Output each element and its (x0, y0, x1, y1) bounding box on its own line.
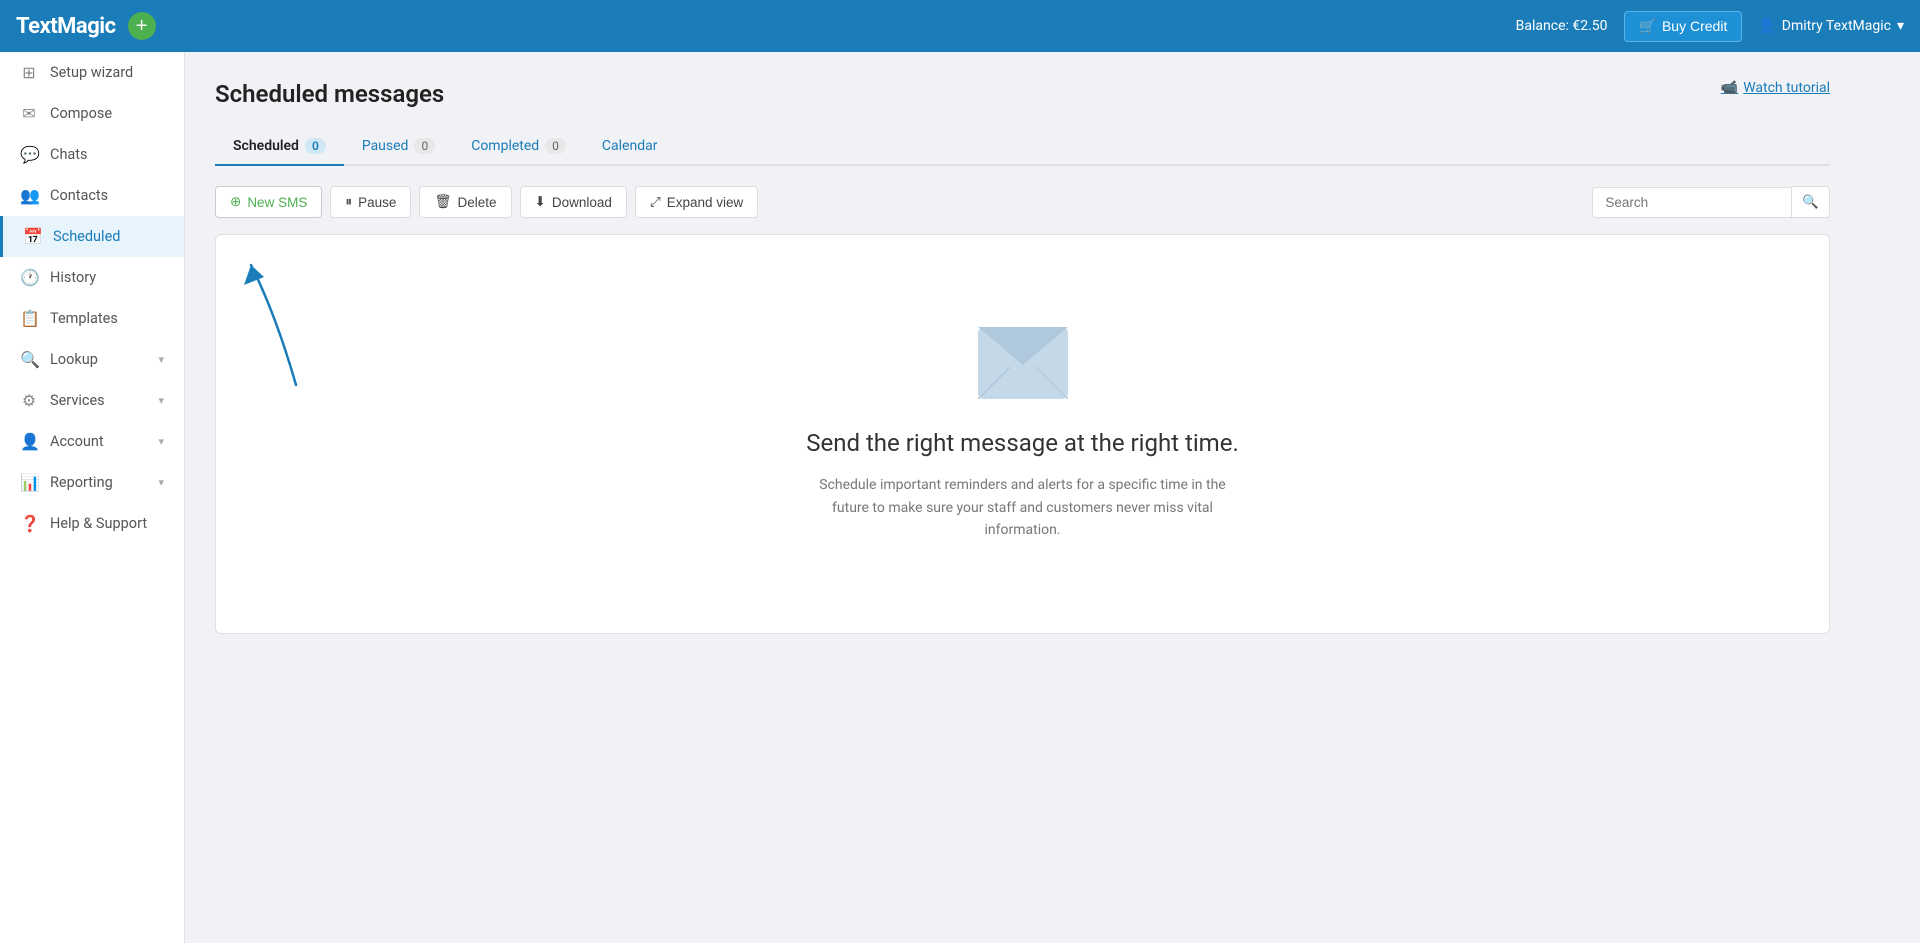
pause-label: Pause (358, 195, 396, 210)
buy-credit-button[interactable]: 🛒 Buy Credit (1624, 11, 1743, 42)
sidebar-item-services[interactable]: ⚙ Services ▾ (0, 380, 184, 421)
chevron-right-icon: ▾ (158, 476, 164, 489)
delete-button[interactable]: 🗑 Delete (419, 186, 511, 218)
expand-view-label: Expand view (667, 195, 744, 210)
empty-state-description: Schedule important reminders and alerts … (803, 474, 1243, 541)
pause-icon: ⏸ (345, 194, 352, 210)
logo: TextMagic (16, 14, 116, 39)
balance-display: Balance: €2.50 (1516, 18, 1608, 34)
scheduled-icon: 📅 (23, 227, 41, 246)
user-menu[interactable]: 👤 Dmitry TextMagic ▾ (1758, 18, 1904, 34)
add-button[interactable]: + (128, 12, 156, 40)
sidebar-item-help[interactable]: ❓ Help & Support (0, 503, 184, 544)
lookup-icon: 🔍 (20, 350, 38, 369)
topnav-right: Balance: €2.50 🛒 Buy Credit 👤 Dmitry Tex… (1516, 11, 1904, 42)
search-button[interactable]: 🔍 (1792, 186, 1830, 218)
delete-label: Delete (458, 195, 497, 210)
sidebar-item-label: Templates (50, 310, 118, 327)
sidebar-item-contacts[interactable]: 👥 Contacts (0, 175, 184, 216)
sidebar-item-label: Scheduled (53, 228, 120, 245)
user-name: Dmitry TextMagic (1782, 18, 1891, 34)
toolbar: ⊕ New SMS ⏸ Pause 🗑 Delete ⬇ Download ⤢ … (215, 186, 1830, 218)
templates-icon: 📋 (20, 309, 38, 328)
sidebar-item-label: Contacts (50, 187, 108, 204)
tab-badge: 0 (545, 138, 566, 154)
sidebar-item-label: Account (50, 433, 104, 450)
download-label: Download (552, 195, 612, 210)
video-icon: 📹 (1721, 80, 1738, 96)
sidebar: ⊞ Setup wizard ✉ Compose 💬 Chats 👥 Contacts 📅 Sch… (0, 52, 185, 943)
empty-state-title: Send the right message at the right time… (806, 427, 1239, 461)
tab-badge: 0 (305, 138, 326, 154)
compose-icon: ✉ (20, 104, 38, 123)
search-area: 🔍 (1592, 186, 1830, 218)
search-input[interactable] (1592, 187, 1792, 218)
chevron-right-icon: ▾ (158, 435, 164, 448)
right-panel (1860, 52, 1920, 943)
download-icon: ⬇ (535, 194, 546, 210)
sidebar-item-label: History (50, 269, 96, 286)
sidebar-item-label: Services (50, 392, 105, 409)
reporting-icon: 📊 (20, 473, 38, 492)
new-sms-label: New SMS (247, 195, 307, 210)
pause-button[interactable]: ⏸ Pause (330, 186, 411, 218)
chevron-right-icon: ▾ (158, 353, 164, 366)
sidebar-item-label: Chats (50, 146, 88, 163)
sidebar-item-setup-wizard[interactable]: ⊞ Setup wizard (0, 52, 184, 93)
buy-credit-label: Buy Credit (1662, 18, 1727, 34)
tab-bar: Scheduled 0 Paused 0 Completed 0 Calendar (215, 128, 1830, 166)
sidebar-item-lookup[interactable]: 🔍 Lookup ▾ (0, 339, 184, 380)
chevron-right-icon: ▾ (158, 394, 164, 407)
sidebar-item-label: Setup wizard (50, 64, 133, 81)
tab-label: Paused (362, 138, 409, 154)
sidebar-item-label: Reporting (50, 474, 113, 491)
cart-icon: 🛒 (1639, 18, 1656, 35)
setup-wizard-icon: ⊞ (20, 63, 38, 82)
sidebar-item-templates[interactable]: 📋 Templates (0, 298, 184, 339)
arrow-container (216, 235, 416, 395)
sidebar-item-reporting[interactable]: 📊 Reporting ▾ (0, 462, 184, 503)
top-navigation: TextMagic + Balance: €2.50 🛒 Buy Credit … (0, 0, 1920, 52)
sidebar-item-account[interactable]: 👤 Account ▾ (0, 421, 184, 462)
sidebar-item-history[interactable]: 🕐 History (0, 257, 184, 298)
sidebar-item-scheduled[interactable]: 📅 Scheduled (0, 216, 184, 257)
account-icon: 👤 (20, 432, 38, 451)
tab-label: Scheduled (233, 138, 299, 154)
contacts-icon: 👥 (20, 186, 38, 205)
tab-completed[interactable]: Completed 0 (453, 128, 584, 166)
topnav-left: TextMagic + (16, 12, 156, 40)
download-button[interactable]: ⬇ Download (520, 186, 627, 218)
app-layout: ⊞ Setup wizard ✉ Compose 💬 Chats 👥 Contacts 📅 Sch… (0, 52, 1920, 943)
new-sms-button[interactable]: ⊕ New SMS (215, 186, 322, 218)
tab-badge: 0 (414, 138, 435, 154)
expand-view-button[interactable]: ⤢ Expand view (635, 186, 758, 218)
trash-icon: 🗑 (434, 194, 451, 210)
main-content: Scheduled messages 📹 Watch tutorial Sche… (185, 52, 1860, 943)
tab-scheduled[interactable]: Scheduled 0 (215, 128, 344, 166)
sidebar-item-label: Help & Support (50, 515, 147, 532)
page-title: Scheduled messages (215, 80, 444, 108)
chevron-down-icon: ▾ (1897, 18, 1904, 34)
tab-calendar[interactable]: Calendar (584, 128, 676, 166)
sidebar-item-label: Lookup (50, 351, 98, 368)
user-icon: 👤 (1758, 18, 1775, 34)
content-card: Send the right message at the right time… (215, 234, 1830, 634)
search-icon: 🔍 (1802, 194, 1819, 209)
tab-paused[interactable]: Paused 0 (344, 128, 453, 166)
page-header: Scheduled messages 📹 Watch tutorial (215, 80, 1830, 108)
chats-icon: 💬 (20, 145, 38, 164)
sidebar-item-chats[interactable]: 💬 Chats (0, 134, 184, 175)
expand-icon: ⤢ (650, 194, 661, 210)
watch-tutorial-label: Watch tutorial (1743, 80, 1830, 96)
plus-circle-icon: ⊕ (230, 194, 241, 210)
tab-label: Completed (471, 138, 539, 154)
envelope-illustration (978, 327, 1068, 403)
help-icon: ❓ (20, 514, 38, 533)
sidebar-item-compose[interactable]: ✉ Compose (0, 93, 184, 134)
services-icon: ⚙ (20, 391, 38, 410)
watch-tutorial-link[interactable]: 📹 Watch tutorial (1721, 80, 1830, 96)
history-icon: 🕐 (20, 268, 38, 287)
tab-label: Calendar (602, 138, 658, 154)
sidebar-item-label: Compose (50, 105, 112, 122)
